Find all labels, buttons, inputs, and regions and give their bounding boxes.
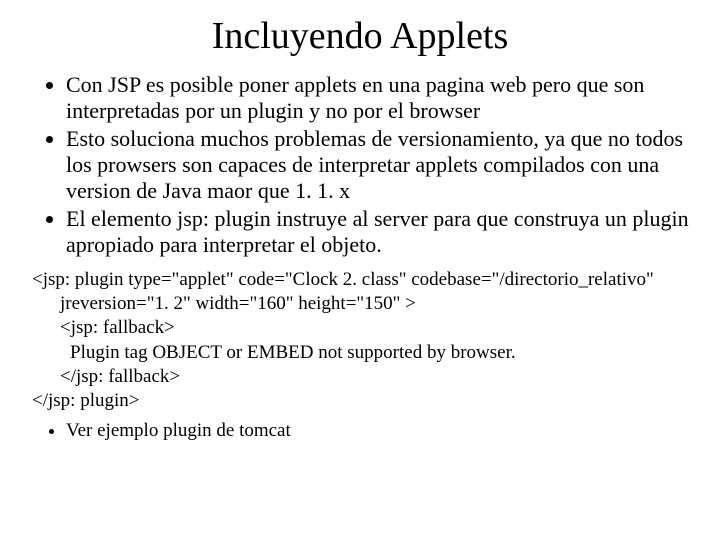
bullet-list: Con JSP es posible poner applets en una …	[18, 72, 702, 258]
code-line: jreversion="1. 2" width="160" height="15…	[32, 292, 702, 316]
slide: Incluyendo Applets Con JSP es posible po…	[0, 0, 720, 540]
bullet-item: Ver ejemplo plugin de tomcat	[66, 420, 702, 443]
code-line: </jsp: plugin>	[32, 389, 702, 413]
bullet-item: Con JSP es posible poner applets en una …	[66, 72, 702, 124]
code-line: <jsp: fallback>	[32, 316, 702, 340]
page-title: Incluyendo Applets	[18, 14, 702, 58]
bullet-list-small: Ver ejemplo plugin de tomcat	[18, 420, 702, 443]
code-line: Plugin tag OBJECT or EMBED not supported…	[32, 341, 702, 365]
code-line: <jsp: plugin type="applet" code="Clock 2…	[32, 268, 702, 292]
bullet-item: El elemento jsp: plugin instruye al serv…	[66, 206, 702, 258]
code-block: <jsp: plugin type="applet" code="Clock 2…	[18, 268, 702, 414]
bullet-item: Esto soluciona muchos problemas de versi…	[66, 126, 702, 204]
code-line: </jsp: fallback>	[32, 365, 702, 389]
